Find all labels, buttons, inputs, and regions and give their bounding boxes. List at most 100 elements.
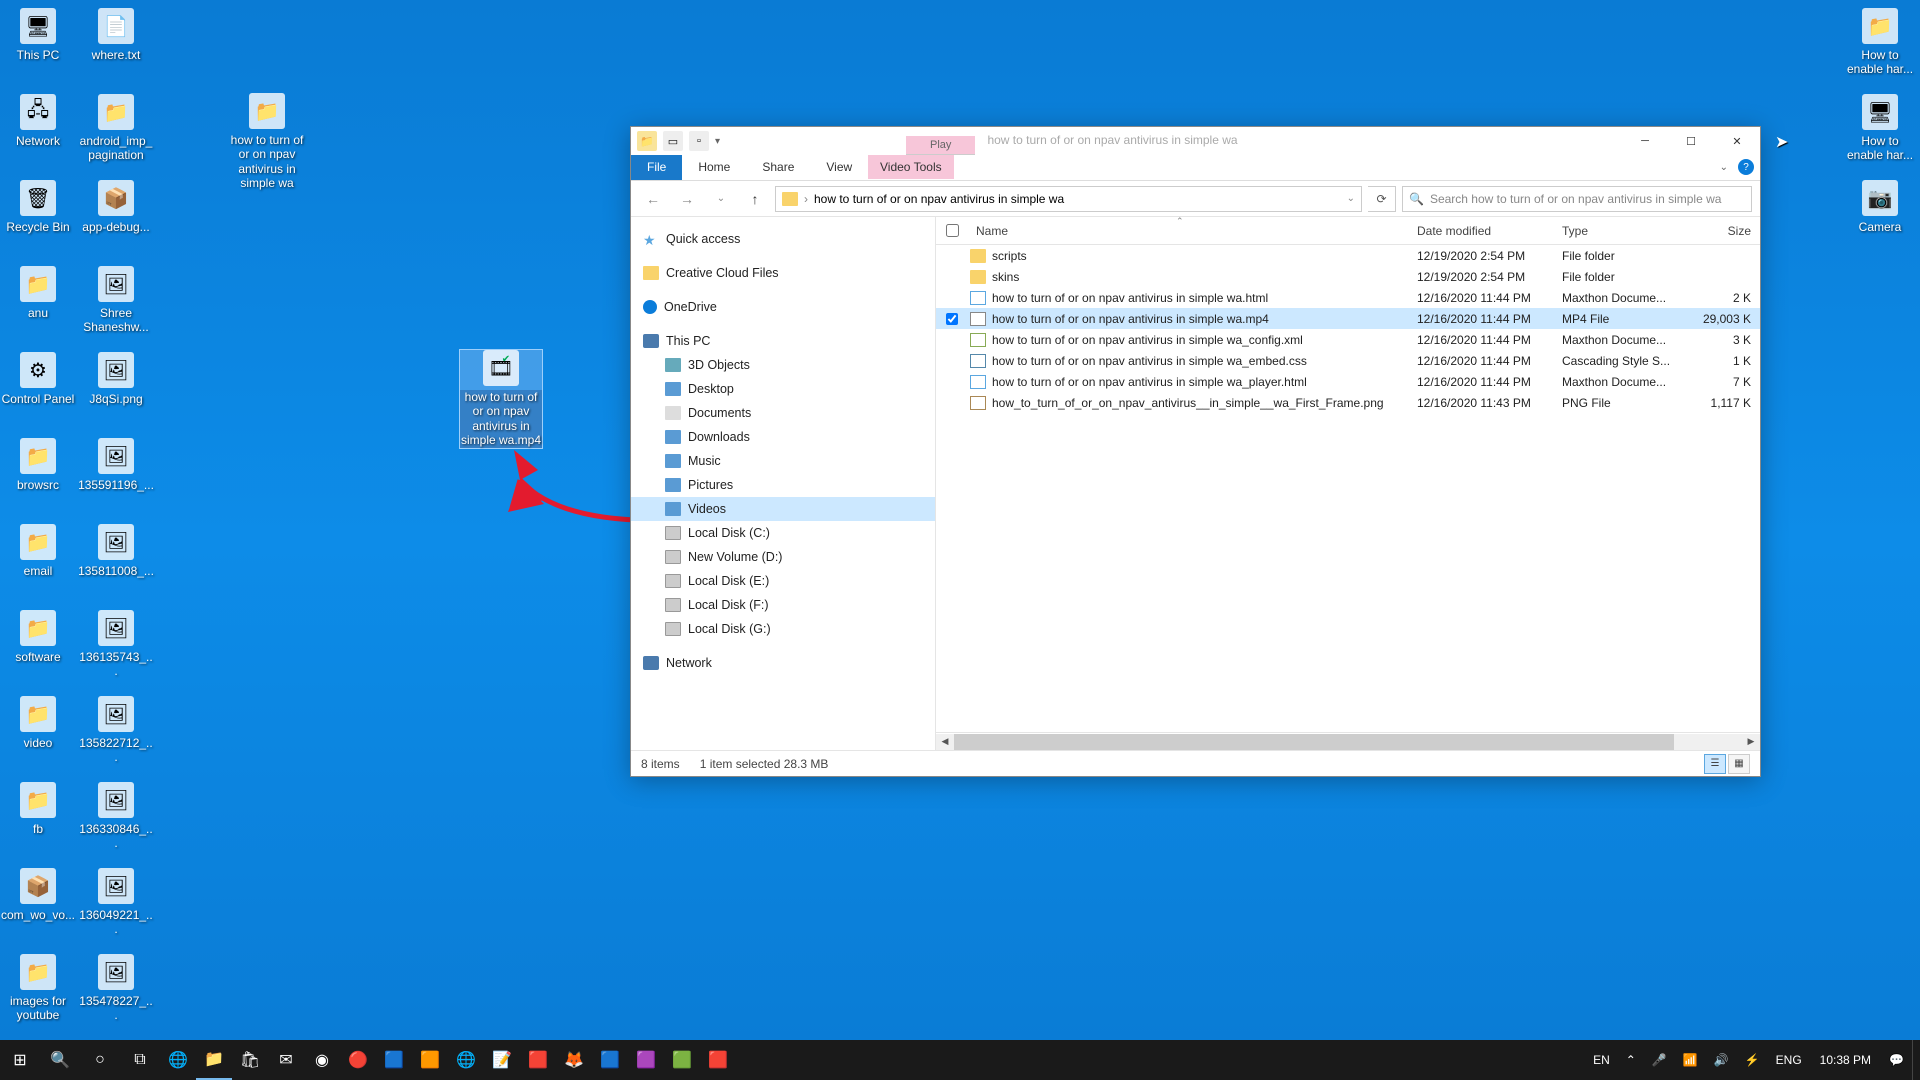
- taskbar-app-1[interactable]: ◉: [304, 1040, 340, 1080]
- nav-disk-e[interactable]: Local Disk (E:): [631, 569, 935, 593]
- taskbar-app-3[interactable]: 🟥: [520, 1040, 556, 1080]
- tray-action-center-icon[interactable]: 💬: [1881, 1040, 1912, 1080]
- taskbar-app-4[interactable]: 🟦: [592, 1040, 628, 1080]
- column-header-date[interactable]: Date modified: [1417, 224, 1562, 238]
- tray-input-indicator[interactable]: EN: [1585, 1040, 1618, 1080]
- desktop-icon[interactable]: 🖥This PC: [0, 8, 76, 62]
- desktop-icon[interactable]: 📁android_imp_pagination: [78, 94, 154, 163]
- ribbon-tab-video-tools[interactable]: Video Tools: [868, 155, 954, 179]
- tray-app-icon[interactable]: ⚡: [1737, 1040, 1768, 1080]
- desktop-file-npav-mp4-selected[interactable]: 🎞✔ how to turn of or on npav antivirus i…: [459, 349, 543, 449]
- file-row[interactable]: how to turn of or on npav antivirus in s…: [936, 329, 1760, 350]
- ribbon-expand-icon[interactable]: ⌄: [1720, 162, 1728, 173]
- nav-desktop[interactable]: Desktop: [631, 377, 935, 401]
- taskbar-opera[interactable]: 🔴: [340, 1040, 376, 1080]
- ribbon-tab-home[interactable]: Home: [682, 155, 746, 180]
- nav-disk-g[interactable]: Local Disk (G:): [631, 617, 935, 641]
- column-header-size[interactable]: Size: [1681, 224, 1751, 238]
- file-row[interactable]: how to turn of or on npav antivirus in s…: [936, 371, 1760, 392]
- desktop-icon[interactable]: 📁anu: [0, 266, 76, 320]
- nav-disk-c[interactable]: Local Disk (C:): [631, 521, 935, 545]
- nav-back-button[interactable]: ←: [639, 185, 667, 213]
- taskbar-photoshop[interactable]: 🟦: [376, 1040, 412, 1080]
- scroll-thumb[interactable]: [954, 734, 1674, 750]
- maximize-button[interactable]: ☐: [1668, 127, 1714, 155]
- desktop-icon[interactable]: 📁fb: [0, 782, 76, 836]
- nav-videos[interactable]: Videos: [631, 497, 935, 521]
- nav-up-button[interactable]: ↑: [741, 185, 769, 213]
- navigation-pane[interactable]: ★Quick access Creative Cloud Files OneDr…: [631, 217, 936, 750]
- desktop-icon[interactable]: 🖼136135743_...: [78, 610, 154, 679]
- view-details-button[interactable]: ☰: [1704, 754, 1726, 774]
- nav-pictures[interactable]: Pictures: [631, 473, 935, 497]
- search-input[interactable]: 🔍 Search how to turn of or on npav antiv…: [1402, 186, 1752, 212]
- taskbar-premiere[interactable]: 🟪: [628, 1040, 664, 1080]
- taskbar-mail[interactable]: ✉: [268, 1040, 304, 1080]
- desktop-icon[interactable]: 🖥How to enable har...: [1842, 94, 1918, 163]
- file-row[interactable]: skins 12/19/2020 2:54 PM File folder: [936, 266, 1760, 287]
- desktop-icon[interactable]: 📷Camera: [1842, 180, 1918, 234]
- scroll-track[interactable]: [954, 734, 1742, 750]
- nav-quick-access[interactable]: ★Quick access: [631, 227, 935, 251]
- nav-network[interactable]: Network: [631, 651, 935, 675]
- desktop-icon[interactable]: 📁images for youtube: [0, 954, 76, 1023]
- desktop-icon[interactable]: 📦com_wo_vo...: [0, 868, 76, 922]
- ribbon-tab-file[interactable]: File: [631, 155, 682, 180]
- view-large-icons-button[interactable]: ▦: [1728, 754, 1750, 774]
- nav-creative-cloud[interactable]: Creative Cloud Files: [631, 261, 935, 285]
- column-header-name[interactable]: Name: [968, 224, 1417, 238]
- qat-properties-icon[interactable]: ▭: [663, 131, 683, 151]
- nav-this-pc[interactable]: This PC: [631, 329, 935, 353]
- close-button[interactable]: ✕: [1714, 127, 1760, 155]
- nav-downloads[interactable]: Downloads: [631, 425, 935, 449]
- contextual-tab-play[interactable]: Play: [906, 136, 975, 155]
- tray-clock[interactable]: 10:38 PM: [1810, 1040, 1881, 1080]
- desktop-icon[interactable]: 🖼135591196_...: [78, 438, 154, 492]
- desktop-icon[interactable]: 🖧Network: [0, 94, 76, 148]
- taskbar-file-explorer[interactable]: 📁: [196, 1040, 232, 1080]
- show-desktop-button[interactable]: [1912, 1040, 1920, 1080]
- row-checkbox[interactable]: [946, 313, 958, 325]
- taskbar-firefox[interactable]: 🦊: [556, 1040, 592, 1080]
- horizontal-scrollbar[interactable]: ◀ ▶: [936, 732, 1760, 750]
- desktop-icon[interactable]: 📁How to enable har...: [1842, 8, 1918, 77]
- file-row[interactable]: scripts 12/19/2020 2:54 PM File folder: [936, 245, 1760, 266]
- file-row[interactable]: how to turn of or on npav antivirus in s…: [936, 287, 1760, 308]
- file-row[interactable]: how to turn of or on npav antivirus in s…: [936, 350, 1760, 371]
- address-input[interactable]: › how to turn of or on npav antivirus in…: [775, 186, 1362, 212]
- start-button[interactable]: ⊞: [0, 1040, 40, 1080]
- desktop-icon[interactable]: 📄where.txt: [78, 8, 154, 62]
- taskbar-app-2[interactable]: 🟧: [412, 1040, 448, 1080]
- taskbar-edge[interactable]: 🌐: [160, 1040, 196, 1080]
- desktop-folder-npav[interactable]: 📁 how to turn of or on npav antivirus in…: [229, 93, 305, 191]
- desktop-icon[interactable]: 📁browsrc: [0, 438, 76, 492]
- file-row[interactable]: how_to_turn_of_or_on_npav_antivirus__in_…: [936, 392, 1760, 413]
- ribbon-tab-view[interactable]: View: [810, 155, 868, 180]
- taskbar-store[interactable]: 🛍: [232, 1040, 268, 1080]
- task-view-button[interactable]: ⧉: [120, 1040, 160, 1080]
- tray-show-hidden-icon[interactable]: ⌃: [1618, 1040, 1644, 1080]
- select-all-checkbox[interactable]: [946, 224, 959, 237]
- nav-music[interactable]: Music: [631, 449, 935, 473]
- tray-wifi-icon[interactable]: 📶: [1675, 1040, 1706, 1080]
- taskbar-app-5[interactable]: 🟥: [700, 1040, 736, 1080]
- ribbon-tab-share[interactable]: Share: [746, 155, 810, 180]
- titlebar[interactable]: 📁 ▭ ▫ ▾ Play how to turn of or on npav a…: [631, 127, 1760, 155]
- cortana-button[interactable]: ○: [80, 1040, 120, 1080]
- desktop-icon[interactable]: 📦app-debug...: [78, 180, 154, 234]
- scroll-left-button[interactable]: ◀: [936, 734, 954, 750]
- taskbar-notepad[interactable]: 📝: [484, 1040, 520, 1080]
- refresh-button[interactable]: ⟳: [1368, 186, 1396, 212]
- desktop-icon[interactable]: 🖼135811008_...: [78, 524, 154, 578]
- nav-onedrive[interactable]: OneDrive: [631, 295, 935, 319]
- file-row[interactable]: how to turn of or on npav antivirus in s…: [936, 308, 1760, 329]
- column-header-type[interactable]: Type: [1562, 224, 1681, 238]
- qat-dropdown-icon[interactable]: ▾: [715, 136, 720, 147]
- desktop-icon[interactable]: 🖼135822712_...: [78, 696, 154, 765]
- nav-forward-button[interactable]: →: [673, 185, 701, 213]
- desktop-icon[interactable]: 📁software: [0, 610, 76, 664]
- desktop-icon[interactable]: 🖼136049221_...: [78, 868, 154, 937]
- taskbar-chrome[interactable]: 🌐: [448, 1040, 484, 1080]
- desktop-icon[interactable]: ⚙Control Panel: [0, 352, 76, 406]
- tray-volume-icon[interactable]: 🔊: [1706, 1040, 1737, 1080]
